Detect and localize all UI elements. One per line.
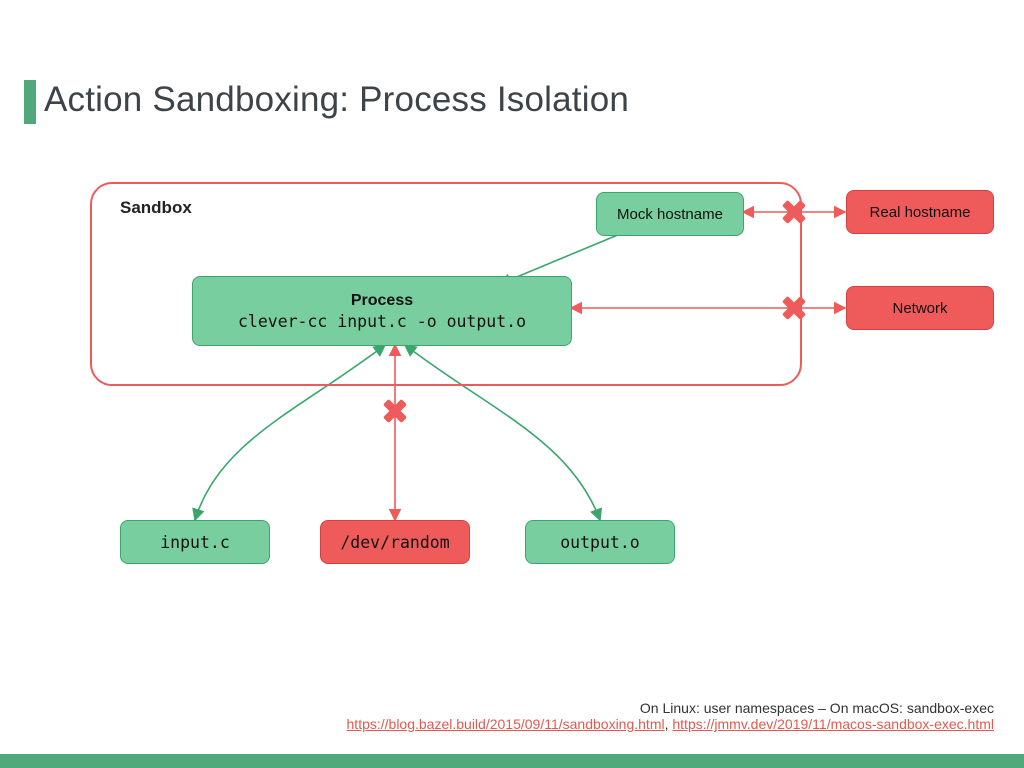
- dev-random-box: /dev/random: [320, 520, 470, 564]
- footnote: On Linux: user namespaces – On macOS: sa…: [347, 700, 994, 732]
- input-c-box: input.c: [120, 520, 270, 564]
- output-o-box: output.o: [525, 520, 675, 564]
- title-accent-bar: [24, 80, 36, 124]
- dev-random-label: /dev/random: [340, 533, 449, 552]
- footnote-link-1[interactable]: https://blog.bazel.build/2015/09/11/sand…: [347, 716, 665, 732]
- footnote-link-2[interactable]: https://jmmv.dev/2019/11/macos-sandbox-e…: [672, 716, 994, 732]
- block-icon: [781, 295, 807, 321]
- slide-title: Action Sandboxing: Process Isolation: [44, 80, 629, 120]
- network-label: Network: [892, 300, 947, 317]
- footer-accent-bar: [0, 754, 1024, 768]
- network-box: Network: [846, 286, 994, 330]
- real-hostname-box: Real hostname: [846, 190, 994, 234]
- process-box: Process clever-cc input.c -o output.o: [192, 276, 572, 346]
- slide: Action Sandboxing: Process Isolation: [0, 0, 1024, 768]
- real-hostname-label: Real hostname: [870, 204, 971, 221]
- input-c-label: input.c: [160, 533, 230, 552]
- sandbox-label: Sandbox: [120, 198, 192, 218]
- process-label: Process: [351, 292, 413, 310]
- diagram-canvas: Sandbox Process clever-cc input.c -o out…: [0, 170, 1024, 610]
- block-icon: [382, 398, 408, 424]
- mock-hostname-label: Mock hostname: [617, 206, 723, 223]
- process-command: clever-cc input.c -o output.o: [238, 312, 526, 331]
- footnote-line1: On Linux: user namespaces – On macOS: sa…: [347, 700, 994, 716]
- mock-hostname-box: Mock hostname: [596, 192, 744, 236]
- footnote-links: https://blog.bazel.build/2015/09/11/sand…: [347, 716, 994, 732]
- output-o-label: output.o: [560, 533, 639, 552]
- block-icon: [781, 199, 807, 225]
